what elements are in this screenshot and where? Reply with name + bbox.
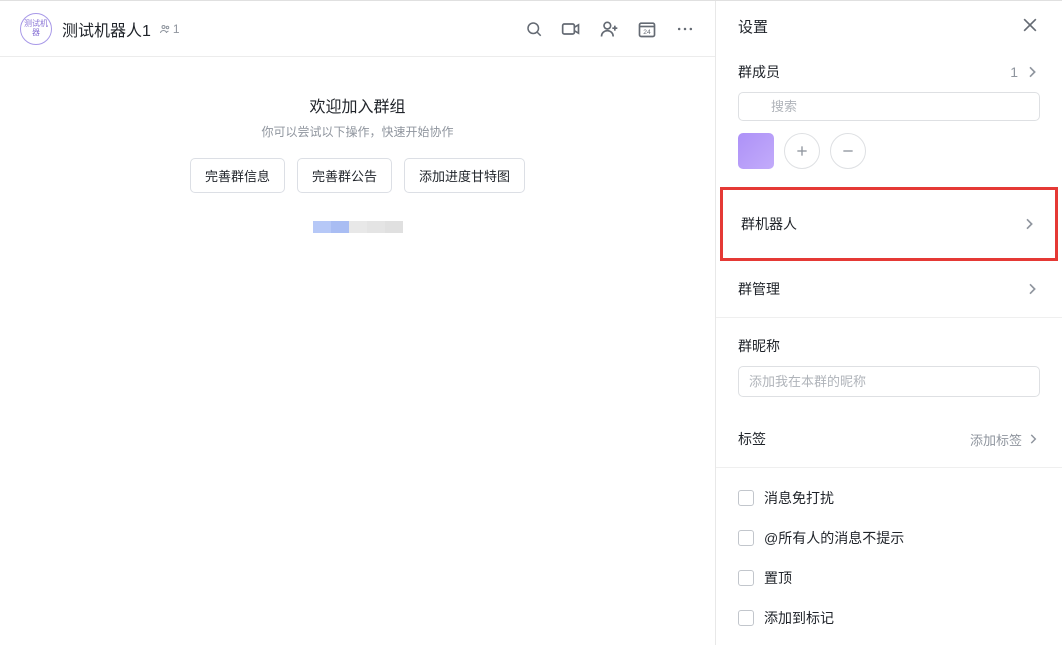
nickname-section: 群昵称 (716, 318, 1062, 405)
member-avatar[interactable] (738, 133, 774, 169)
checkbox-icon (738, 570, 754, 586)
add-gantt-button[interactable]: 添加进度甘特图 (404, 158, 525, 193)
quick-actions: 完善群信息 完善群公告 添加进度甘特图 (190, 158, 525, 193)
complete-announcement-button[interactable]: 完善群公告 (297, 158, 392, 193)
members-label: 群成员 (738, 62, 780, 82)
checkbox-icon (738, 490, 754, 506)
tags-row: 标签 添加标签 (738, 429, 1040, 449)
group-robot-section: 群机器人 (720, 187, 1058, 261)
chevron-right-icon (1024, 64, 1040, 80)
close-button[interactable] (1020, 15, 1040, 38)
group-management-label: 群管理 (738, 279, 780, 299)
nickname-label: 群昵称 (738, 336, 1040, 356)
nickname-input[interactable] (738, 366, 1040, 397)
welcome-title: 欢迎加入群组 (309, 93, 405, 117)
members-count: 1 (1010, 64, 1018, 80)
svg-text:24: 24 (643, 29, 651, 36)
plus-icon (794, 143, 810, 159)
chat-avatar[interactable]: 测试机器 (20, 13, 52, 45)
welcome-subtitle: 你可以尝试以下操作，快速开始协作 (261, 123, 453, 140)
group-management-section: 群管理 (716, 261, 1062, 317)
pin-option[interactable]: 置顶 (738, 558, 1040, 598)
search-icon[interactable] (525, 20, 543, 38)
checkbox-icon (738, 610, 754, 626)
member-list (738, 133, 1040, 169)
member-search-input[interactable] (738, 92, 1040, 121)
options-section: 消息免打扰 @所有人的消息不提示 置顶 添加到标记 (716, 468, 1062, 645)
chat-member-count[interactable]: 1 (159, 22, 180, 36)
add-member-icon[interactable] (599, 19, 619, 39)
minus-icon (840, 143, 856, 159)
members-row[interactable]: 群成员 1 (738, 62, 1040, 82)
chat-header: 测试机器 测试机器人1 1 24 (0, 1, 715, 57)
chat-body: 欢迎加入群组 你可以尝试以下操作，快速开始协作 完善群信息 完善群公告 添加进度… (0, 57, 715, 645)
more-icon[interactable] (675, 19, 695, 39)
group-robot-row[interactable]: 群机器人 (741, 214, 1037, 234)
chat-title: 测试机器人1 (62, 17, 151, 41)
members-section: 群成员 1 (716, 52, 1062, 187)
chevron-right-icon (1021, 216, 1037, 232)
no-atall-option[interactable]: @所有人的消息不提示 (738, 518, 1040, 558)
calendar-icon[interactable]: 24 (637, 19, 657, 39)
add-to-mark-option[interactable]: 添加到标记 (738, 598, 1040, 638)
members-icon (159, 23, 171, 35)
close-icon (1020, 15, 1040, 35)
loading-placeholder (313, 221, 403, 233)
remove-member-button[interactable] (830, 133, 866, 169)
settings-panel: 设置 群成员 1 (716, 1, 1062, 645)
add-to-mark-label: 添加到标记 (764, 608, 834, 628)
header-actions: 24 (525, 19, 695, 39)
settings-header: 设置 (716, 1, 1062, 52)
chevron-right-icon (1024, 281, 1040, 297)
group-management-row[interactable]: 群管理 (738, 279, 1040, 299)
group-robot-label: 群机器人 (741, 214, 797, 234)
member-search-wrapper (738, 92, 1040, 121)
tags-section: 标签 添加标签 (716, 405, 1062, 467)
no-atall-label: @所有人的消息不提示 (764, 528, 904, 548)
add-member-button[interactable] (784, 133, 820, 169)
tags-label: 标签 (738, 429, 766, 449)
chevron-right-icon (1026, 432, 1040, 446)
mute-option[interactable]: 消息免打扰 (738, 478, 1040, 518)
chat-panel: 测试机器 测试机器人1 1 24 欢迎加入群组 你可以尝试以下操作，快速开始协作… (0, 1, 716, 645)
add-tag-button[interactable]: 添加标签 (970, 430, 1040, 449)
pin-label: 置顶 (764, 568, 792, 588)
settings-title: 设置 (738, 16, 768, 37)
mute-label: 消息免打扰 (764, 488, 834, 508)
video-call-icon[interactable] (561, 19, 581, 39)
complete-group-info-button[interactable]: 完善群信息 (190, 158, 285, 193)
checkbox-icon (738, 530, 754, 546)
